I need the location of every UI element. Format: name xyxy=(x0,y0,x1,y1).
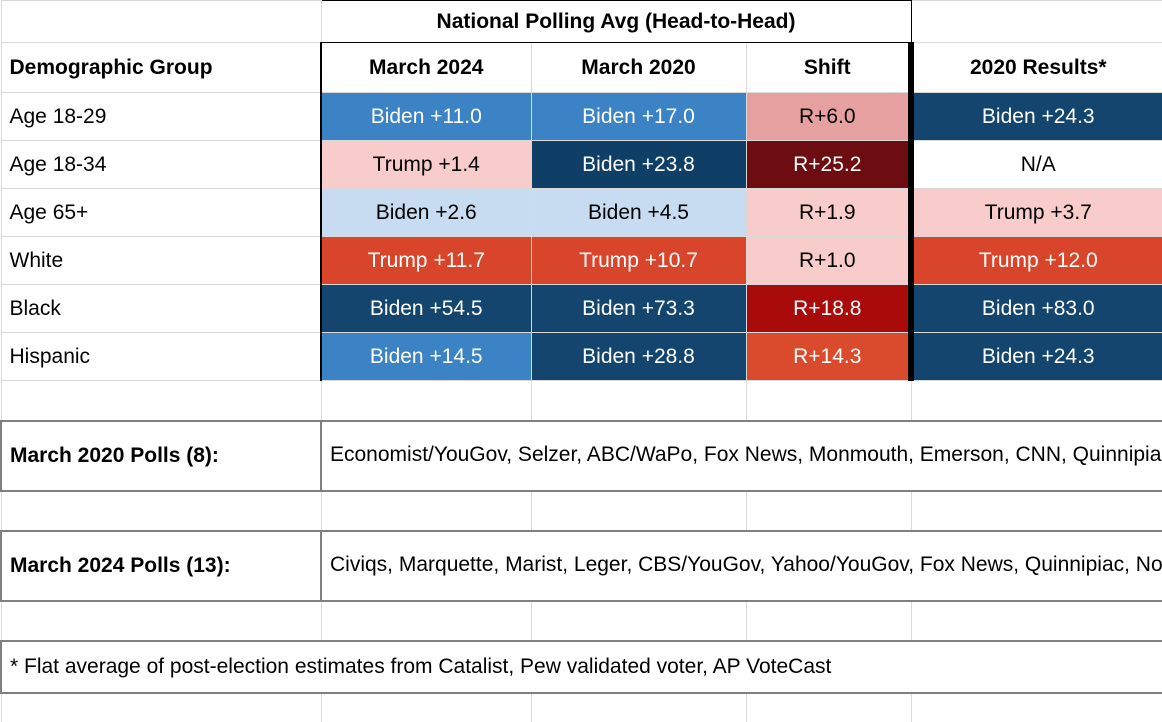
asterisk-note: * Flat average of post-election estimate… xyxy=(0,639,1162,694)
spacer-cell xyxy=(530,692,747,722)
spacer-cell xyxy=(0,380,322,421)
polls-2024-list: Civiqs, Marquette, Marist, Leger, CBS/Yo… xyxy=(319,529,1162,602)
table-row: Age 65+ Biden +2.6 Biden +4.5 R+1.9 Trum… xyxy=(0,188,1162,237)
spreadsheet-canvas: National Polling Avg (Head-to-Head) Demo… xyxy=(0,0,1162,722)
cell-march-2024: Trump +1.4 xyxy=(320,140,532,189)
cell-march-2020: Biden +4.5 xyxy=(530,188,747,237)
cell-shift: R+18.8 xyxy=(745,284,912,333)
polling-table: National Polling Avg (Head-to-Head) Demo… xyxy=(0,0,1162,722)
cell-2020-results: N/A xyxy=(908,140,1162,189)
cell-2020-results: Biden +24.3 xyxy=(908,92,1162,141)
row-label-white: White xyxy=(0,236,322,285)
spacer-cell xyxy=(0,600,322,641)
table-row-polls-2020: March 2020 Polls (8): Economist/YouGov, … xyxy=(0,419,1162,492)
table-row-asterisk-note: * Flat average of post-election estimate… xyxy=(0,639,1162,694)
column-header-march-2020: March 2020 xyxy=(530,42,747,93)
spacer-cell xyxy=(530,600,747,641)
empty-cell-topright xyxy=(910,0,1162,43)
column-header-2020-results: 2020 Results* xyxy=(908,42,1162,93)
column-header-shift: Shift xyxy=(745,42,912,93)
table-row-title: National Polling Avg (Head-to-Head) xyxy=(0,0,1162,43)
spacer-cell xyxy=(0,692,322,722)
cell-shift: R+6.0 xyxy=(745,92,912,141)
spacer-cell xyxy=(0,490,322,531)
spacer-cell xyxy=(745,600,912,641)
row-label-age-18-29: Age 18-29 xyxy=(0,92,322,141)
cell-2020-results: Trump +3.7 xyxy=(908,188,1162,237)
cell-march-2024: Biden +14.5 xyxy=(320,332,532,381)
title-banner: National Polling Avg (Head-to-Head) xyxy=(320,0,912,43)
cell-shift: R+14.3 xyxy=(745,332,912,381)
table-row-header: Demographic Group March 2024 March 2020 … xyxy=(0,42,1162,93)
table-row: White Trump +11.7 Trump +10.7 R+1.0 Trum… xyxy=(0,236,1162,285)
spacer-cell xyxy=(320,380,532,421)
cell-march-2024: Trump +11.7 xyxy=(320,236,532,285)
table-row-spacer xyxy=(0,600,1162,641)
table-row: Black Biden +54.5 Biden +73.3 R+18.8 Bid… xyxy=(0,284,1162,333)
cell-2020-results: Biden +24.3 xyxy=(908,332,1162,381)
polls-2024-label: March 2024 Polls (13): xyxy=(0,529,322,602)
table-row-polls-2024: March 2024 Polls (13): Civiqs, Marquette… xyxy=(0,529,1162,602)
column-header-march-2024: March 2024 xyxy=(320,42,532,93)
spacer-cell xyxy=(745,380,912,421)
table-row-spacer xyxy=(0,380,1162,421)
cell-2020-results: Trump +12.0 xyxy=(908,236,1162,285)
table-row: Age 18-34 Trump +1.4 Biden +23.8 R+25.2 … xyxy=(0,140,1162,189)
empty-cell-topleft xyxy=(0,0,322,43)
spacer-cell xyxy=(530,490,747,531)
table-row: Age 18-29 Biden +11.0 Biden +17.0 R+6.0 … xyxy=(0,92,1162,141)
cell-shift: R+1.9 xyxy=(745,188,912,237)
column-header-group: Demographic Group xyxy=(0,42,322,93)
cell-march-2024: Biden +2.6 xyxy=(320,188,532,237)
table-row: Hispanic Biden +14.5 Biden +28.8 R+14.3 … xyxy=(0,332,1162,381)
row-label-age-18-34: Age 18-34 xyxy=(0,140,322,189)
cell-march-2020: Biden +28.8 xyxy=(530,332,747,381)
cell-march-2020: Biden +17.0 xyxy=(530,92,747,141)
cell-2020-results: Biden +83.0 xyxy=(908,284,1162,333)
cell-march-2024: Biden +54.5 xyxy=(320,284,532,333)
cell-march-2020: Biden +23.8 xyxy=(530,140,747,189)
spacer-cell xyxy=(320,490,532,531)
cell-shift: R+1.0 xyxy=(745,236,912,285)
row-label-hispanic: Hispanic xyxy=(0,332,322,381)
cell-march-2020: Biden +73.3 xyxy=(530,284,747,333)
cell-march-2020: Trump +10.7 xyxy=(530,236,747,285)
cell-march-2024: Biden +11.0 xyxy=(320,92,532,141)
row-label-age-65-plus: Age 65+ xyxy=(0,188,322,237)
spacer-cell xyxy=(910,692,1162,722)
spacer-cell xyxy=(910,490,1162,531)
polls-2020-label: March 2020 Polls (8): xyxy=(0,419,322,492)
spacer-cell xyxy=(320,600,532,641)
table-row-spacer xyxy=(0,692,1162,722)
spacer-cell xyxy=(745,692,912,722)
cell-shift: R+25.2 xyxy=(745,140,912,189)
spacer-cell xyxy=(320,692,532,722)
spacer-cell xyxy=(910,380,1162,421)
spacer-cell xyxy=(910,600,1162,641)
row-label-black: Black xyxy=(0,284,322,333)
table-row-spacer xyxy=(0,490,1162,531)
polls-2020-list: Economist/YouGov, Selzer, ABC/WaPo, Fox … xyxy=(319,419,1162,492)
spacer-cell xyxy=(745,490,912,531)
spacer-cell xyxy=(530,380,747,421)
